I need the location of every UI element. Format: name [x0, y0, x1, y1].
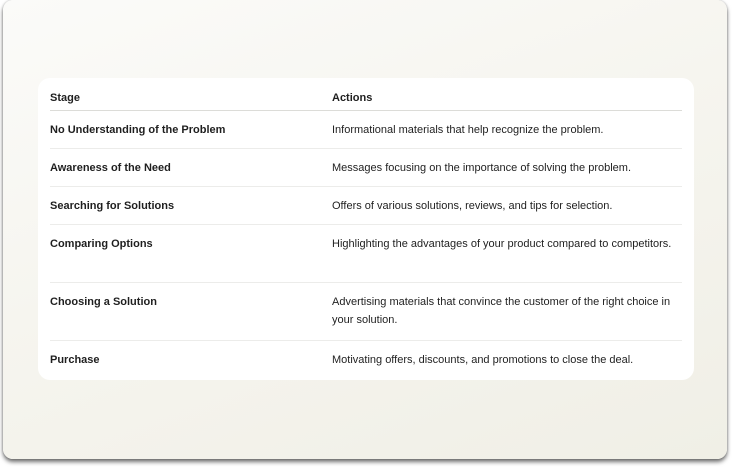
- table-row: Comparing Options Highlighting the advan…: [50, 225, 682, 283]
- window-frame: Stage Actions No Understanding of the Pr…: [3, 0, 727, 459]
- actions-cell: Offers of various solutions, reviews, an…: [332, 200, 613, 212]
- stages-table: Stage Actions No Understanding of the Pr…: [38, 78, 694, 380]
- stage-cell: Comparing Options: [50, 238, 153, 250]
- actions-cell: Highlighting the advantages of your prod…: [332, 238, 672, 250]
- table-row: No Understanding of the Problem Informat…: [50, 111, 682, 149]
- actions-cell: Messages focusing on the importance of s…: [332, 162, 631, 174]
- actions-cell: Motivating offers, discounts, and promot…: [332, 354, 634, 366]
- actions-cell: Advertising materials that convince the …: [332, 296, 671, 326]
- stage-cell: No Understanding of the Problem: [50, 124, 226, 136]
- stage-cell: Searching for Solutions: [50, 200, 175, 212]
- stage-cell: Purchase: [50, 354, 100, 366]
- table-row: Searching for Solutions Offers of variou…: [50, 187, 682, 225]
- column-header-stage: Stage: [50, 92, 80, 104]
- stage-cell: Choosing a Solution: [50, 296, 157, 308]
- table-row: Purchase Motivating offers, discounts, a…: [50, 341, 682, 381]
- table-header-row: Stage Actions: [50, 78, 682, 111]
- column-header-actions: Actions: [332, 92, 373, 104]
- table-row: Awareness of the Need Messages focusing …: [50, 149, 682, 187]
- stage-cell: Awareness of the Need: [50, 162, 171, 174]
- actions-cell: Informational materials that help recogn…: [332, 124, 604, 136]
- table-row: Choosing a Solution Advertising material…: [50, 283, 682, 341]
